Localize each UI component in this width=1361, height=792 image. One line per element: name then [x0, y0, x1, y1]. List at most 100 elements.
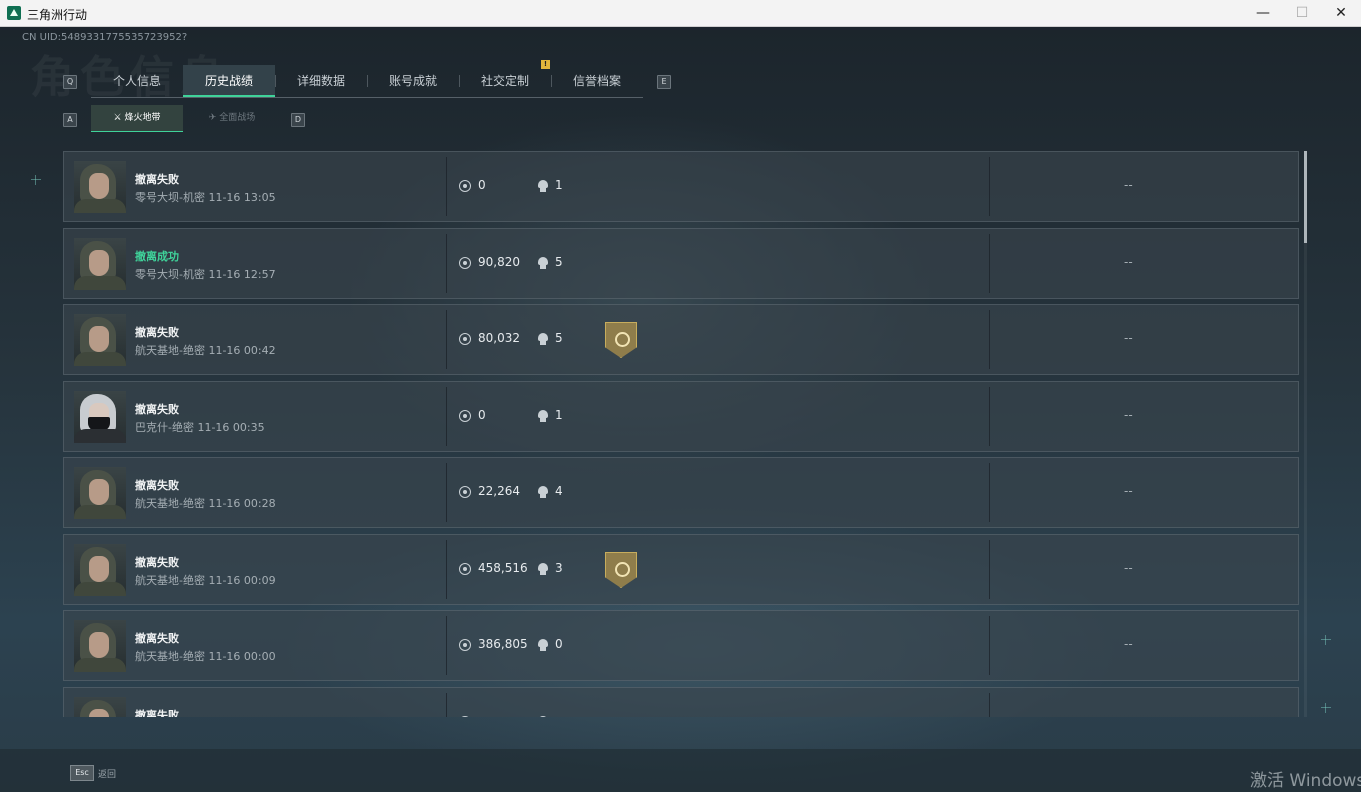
skull-icon: [538, 639, 548, 651]
extraction-status: 撤离失败: [135, 173, 179, 186]
skull-icon: [538, 716, 548, 717]
skull-icon: [538, 563, 548, 575]
list-scrollbar[interactable]: [1304, 151, 1307, 717]
maximize-button[interactable]: ☐: [1282, 0, 1322, 26]
match-record-row[interactable]: 撤离失败: [63, 687, 1299, 717]
map-and-time: 航天基地-绝密 11-16 00:28: [135, 497, 276, 510]
map-and-time: 航天基地-绝密 11-16 00:42: [135, 344, 276, 357]
column-divider: [989, 387, 990, 446]
close-button[interactable]: ✕: [1321, 0, 1361, 26]
column-divider: [989, 310, 990, 369]
match-record-row[interactable]: 撤离成功 零号大坝-机密 11-16 12:57 90,820 5 --: [63, 228, 1299, 299]
coin-icon: [459, 180, 471, 192]
tab-personal-info[interactable]: 个人信息: [91, 65, 183, 97]
extraction-status: 撤离失败: [135, 556, 179, 569]
extra-info: --: [1124, 331, 1133, 345]
back-button[interactable]: 返回: [98, 767, 116, 780]
notification-badge: !: [541, 60, 550, 69]
extra-info: --: [1124, 408, 1133, 422]
activate-windows-watermark: 激活 Windows: [1250, 771, 1361, 791]
tab-achievements[interactable]: 账号成就: [367, 65, 459, 97]
medal-badge-icon: [605, 322, 637, 358]
extra-info: --: [1124, 561, 1133, 575]
skull-icon: [538, 257, 548, 269]
extraction-value: 22,264: [478, 484, 520, 498]
mode-subtabs: ⚔ 烽火地带 ✈ 全面战场: [91, 105, 281, 132]
subtab-label: 烽火地带: [124, 113, 161, 123]
minimize-button[interactable]: —: [1243, 0, 1283, 26]
column-divider: [989, 616, 990, 675]
tab-match-history[interactable]: 历史战绩: [183, 65, 275, 97]
coin-icon: [459, 486, 471, 498]
column-divider: [446, 234, 447, 293]
column-divider: [989, 540, 990, 599]
match-record-row[interactable]: 撤离失败巴克什-绝密 11-16 00:35 0 1 --: [63, 381, 1299, 452]
subtab-hazard-zone[interactable]: ⚔ 烽火地带: [91, 105, 183, 132]
kill-count: 3: [555, 561, 563, 575]
operator-avatar: [74, 544, 126, 596]
bottom-bar: [0, 749, 1361, 792]
map-and-time: 航天基地-绝密 11-16 00:09: [135, 574, 276, 587]
decor-crosshair-icon: [31, 175, 41, 185]
operator-avatar: [74, 697, 126, 717]
match-record-row[interactable]: 撤离失败航天基地-绝密 11-16 00:09 458,516 3 --: [63, 534, 1299, 605]
skull-icon: [538, 333, 548, 345]
operator-avatar: [74, 161, 126, 213]
column-divider: [446, 693, 447, 717]
extraction-value: 90,820: [478, 255, 520, 269]
match-record-row[interactable]: 撤离失败 航天基地-绝密 11-16 00:42 80,032 5 --: [63, 304, 1299, 375]
skull-icon: [538, 410, 548, 422]
match-history-list[interactable]: 撤离失败 零号大坝-机密 11-16 13:05 0 1 -- 撤离成功 零号大坝-机密 1…: [63, 151, 1299, 717]
match-record-row[interactable]: 撤离失败 零号大坝-机密 11-16 13:05 0 1 --: [63, 151, 1299, 222]
map-and-time: 航天基地-绝密 11-16 00:00: [135, 650, 276, 663]
column-divider: [446, 157, 447, 216]
column-divider: [446, 310, 447, 369]
extraction-value: 386,805: [478, 637, 528, 651]
decor-crosshair-icon: [1321, 703, 1331, 713]
map-and-time: 巴克什-绝密 11-16 00:35: [135, 421, 265, 434]
prev-subtab-key-hint[interactable]: A: [63, 113, 77, 127]
kill-count: 1: [555, 408, 563, 422]
match-record-row[interactable]: 撤离失败 航天基地-绝密 11-16 00:00 386,805 0 --: [63, 610, 1299, 681]
delta-force-logo-icon: [7, 6, 21, 20]
operator-avatar: [74, 314, 126, 366]
tab-credit-record[interactable]: 信誉档案: [551, 65, 643, 97]
subtab-warfare[interactable]: ✈ 全面战场: [188, 105, 276, 131]
tab-social-custom[interactable]: 社交定制: [459, 65, 551, 97]
prev-tab-key-hint[interactable]: Q: [63, 75, 77, 89]
extra-info: --: [1124, 178, 1133, 192]
column-divider: [989, 463, 990, 522]
warfare-icon: ✈: [208, 113, 220, 123]
column-divider: [446, 463, 447, 522]
extraction-status: 撤离失败: [135, 479, 179, 492]
decor-crosshair-icon: [1321, 635, 1331, 645]
next-subtab-key-hint[interactable]: D: [291, 113, 305, 127]
kill-count: 5: [555, 331, 563, 345]
operator-avatar: [74, 620, 126, 672]
map-and-time: 零号大坝-机密 11-16 12:57: [135, 268, 276, 281]
player-uid: CN UID:5489331775535723952?: [22, 32, 188, 43]
column-divider: [446, 387, 447, 446]
extraction-value: 0: [478, 408, 486, 422]
coin-icon: [459, 410, 471, 422]
window-titlebar: 三角洲行动 — ☐ ✕: [0, 0, 1361, 27]
tab-detailed-data[interactable]: 详细数据: [275, 65, 367, 97]
next-tab-key-hint[interactable]: E: [657, 75, 671, 89]
esc-key-hint[interactable]: Esc: [70, 765, 94, 781]
extraction-status: 撤离失败: [135, 403, 179, 416]
operator-avatar: [74, 467, 126, 519]
column-divider: [446, 616, 447, 675]
subtab-label: 全面战场: [219, 113, 256, 123]
map-and-time: 零号大坝-机密 11-16 13:05: [135, 191, 276, 204]
extraction-status: 撤离失败: [135, 326, 179, 339]
coin-icon: [459, 333, 471, 345]
scrollbar-thumb[interactable]: [1304, 151, 1307, 243]
kill-count: 0: [555, 637, 563, 651]
operator-avatar: [74, 391, 126, 443]
extraction-status: 撤离成功: [135, 250, 179, 263]
coin-icon: [459, 716, 471, 717]
extraction-status: 撤离失败: [135, 709, 179, 717]
extraction-value: 458,516: [478, 561, 528, 575]
match-record-row[interactable]: 撤离失败 航天基地-绝密 11-16 00:28 22,264 4 --: [63, 457, 1299, 528]
extraction-status: 撤离失败: [135, 632, 179, 645]
